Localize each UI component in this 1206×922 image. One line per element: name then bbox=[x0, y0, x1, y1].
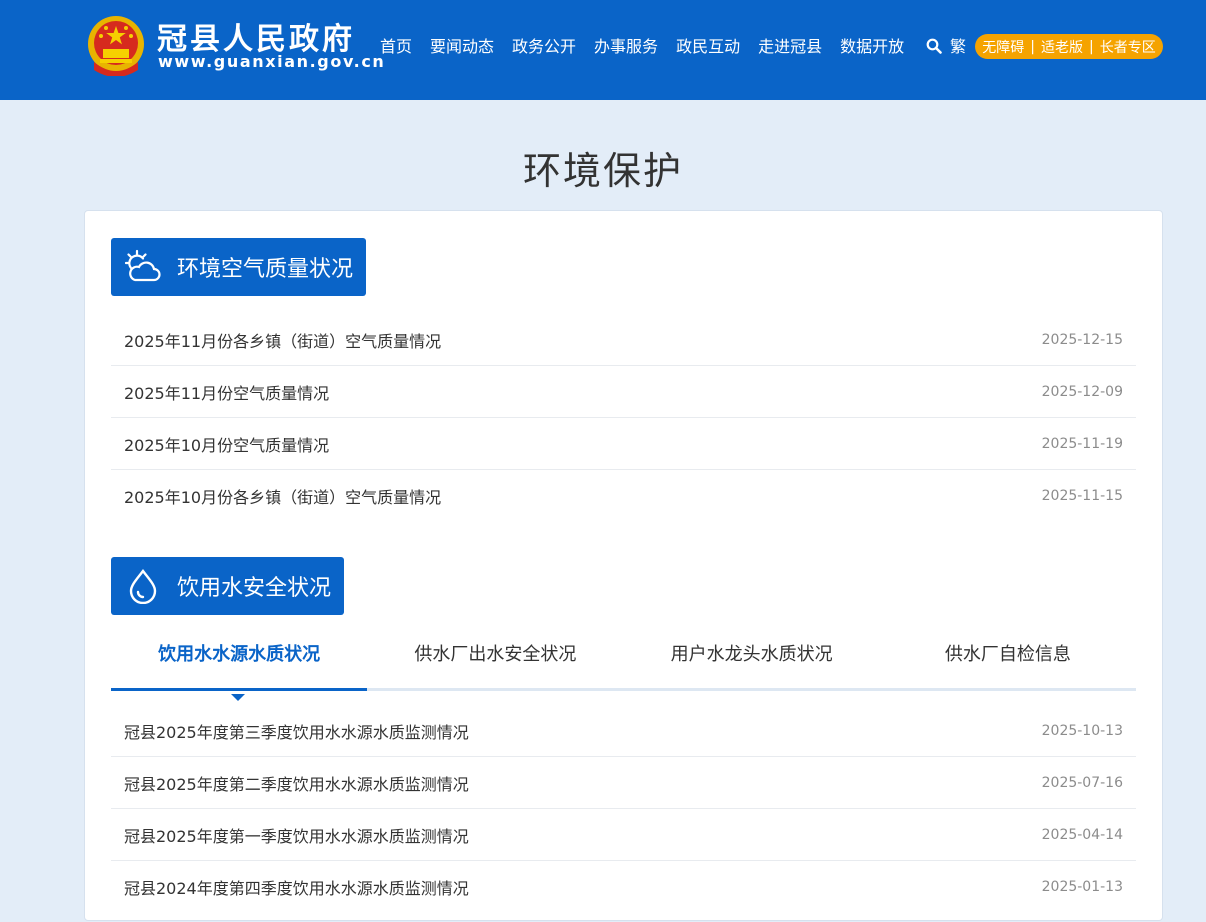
water-drop-icon bbox=[129, 569, 157, 604]
nav-item-interaction[interactable]: 政民互动 bbox=[676, 36, 740, 58]
separator: | bbox=[1089, 38, 1094, 55]
traditional-chinese-toggle[interactable]: 繁 bbox=[950, 36, 966, 58]
list-item[interactable]: 2025年10月份空气质量情况 2025-11-19 bbox=[111, 418, 1136, 470]
list-item-title[interactable]: 2025年11月份空气质量情况 bbox=[124, 380, 329, 404]
list-item-title[interactable]: 2025年10月份空气质量情况 bbox=[124, 432, 329, 456]
tab-source-water-quality[interactable]: 饮用水水源水质状况 bbox=[111, 617, 368, 691]
cloud-sun-icon bbox=[125, 249, 161, 282]
list-item[interactable]: 2025年11月份各乡镇（街道）空气质量情况 2025-12-15 bbox=[111, 314, 1136, 366]
water-safety-section-header[interactable]: 饮用水安全状况 bbox=[111, 557, 344, 615]
accessibility-bar: 无障碍 | 适老版 | 长者专区 bbox=[975, 34, 1163, 59]
nav-item-government-affairs[interactable]: 政务公开 bbox=[512, 36, 576, 58]
national-emblem-icon[interactable] bbox=[86, 14, 146, 76]
list-item-title[interactable]: 冠县2024年度第四季度饮用水水源水质监测情况 bbox=[124, 875, 469, 899]
active-tab-indicator bbox=[231, 694, 245, 701]
list-item-date: 2025-11-15 bbox=[1041, 488, 1123, 504]
water-safety-section-title: 饮用水安全状况 bbox=[177, 576, 332, 601]
nav-item-open-data[interactable]: 数据开放 bbox=[840, 36, 904, 58]
water-tabs: 饮用水水源水质状况 供水厂出水安全状况 用户水龙头水质状况 供水厂自检信息 bbox=[111, 617, 1136, 701]
tab-plant-self-inspection[interactable]: 供水厂自检信息 bbox=[880, 617, 1136, 688]
air-quality-section-header[interactable]: 环境空气质量状况 bbox=[111, 238, 366, 296]
tab-plant-outlet-safety[interactable]: 供水厂出水安全状况 bbox=[367, 617, 623, 688]
list-item[interactable]: 冠县2025年度第三季度饮用水水源水质监测情况 2025-10-13 bbox=[111, 705, 1136, 757]
senior-zone-link[interactable]: 长者专区 bbox=[1100, 37, 1156, 57]
tab-tap-water-quality[interactable]: 用户水龙头水质状况 bbox=[624, 617, 880, 688]
list-item-title[interactable]: 冠县2025年度第二季度饮用水水源水质监测情况 bbox=[124, 771, 469, 795]
main-nav: 首页 要闻动态 政务公开 办事服务 政民互动 走进冠县 数据开放 bbox=[380, 36, 922, 58]
list-item[interactable]: 2025年10月份各乡镇（街道）空气质量情况 2025-11-15 bbox=[111, 470, 1136, 522]
list-item-date: 2025-04-14 bbox=[1041, 826, 1123, 843]
site-header: 冠县人民政府 www.guanxian.gov.cn 首页 要闻动态 政务公开 … bbox=[0, 0, 1206, 100]
list-item-title[interactable]: 2025年11月份各乡镇（街道）空气质量情况 bbox=[124, 328, 441, 352]
list-item-title[interactable]: 冠县2025年度第一季度饮用水水源水质监测情况 bbox=[124, 823, 469, 847]
list-item-title[interactable]: 冠县2025年度第三季度饮用水水源水质监测情况 bbox=[124, 719, 469, 743]
accessibility-link[interactable]: 无障碍 bbox=[982, 37, 1024, 57]
nav-item-services[interactable]: 办事服务 bbox=[594, 36, 658, 58]
nav-item-about-county[interactable]: 走进冠县 bbox=[758, 36, 822, 58]
air-quality-section-title: 环境空气质量状况 bbox=[177, 257, 354, 282]
list-item-date: 2025-12-09 bbox=[1041, 383, 1123, 400]
nav-item-news[interactable]: 要闻动态 bbox=[430, 36, 494, 58]
list-item[interactable]: 冠县2024年度第四季度饮用水水源水质监测情况 2025-01-13 bbox=[111, 861, 1136, 913]
elderly-version-link[interactable]: 适老版 bbox=[1041, 37, 1083, 57]
list-item-date: 2025-11-19 bbox=[1041, 435, 1123, 452]
nav-item-home[interactable]: 首页 bbox=[380, 36, 412, 58]
page-title: 环境保护 bbox=[522, 149, 683, 193]
search-icon[interactable] bbox=[926, 38, 942, 54]
list-item-title[interactable]: 2025年10月份各乡镇（街道）空气质量情况 bbox=[124, 484, 441, 508]
list-item[interactable]: 2025年11月份空气质量情况 2025-12-09 bbox=[111, 366, 1136, 418]
water-quality-list: 冠县2025年度第三季度饮用水水源水质监测情况 2025-10-13 冠县202… bbox=[111, 705, 1136, 913]
site-url: www.guanxian.gov.cn bbox=[158, 52, 386, 71]
air-quality-list: 2025年11月份各乡镇（街道）空气质量情况 2025-12-15 2025年1… bbox=[111, 314, 1136, 522]
list-item-date: 2025-07-16 bbox=[1041, 774, 1123, 791]
list-item[interactable]: 冠县2025年度第二季度饮用水水源水质监测情况 2025-07-16 bbox=[111, 757, 1136, 809]
content-card: 环境空气质量状况 2025年11月份各乡镇（街道）空气质量情况 2025-12-… bbox=[84, 210, 1163, 921]
list-item-date: 2025-12-15 bbox=[1041, 331, 1123, 348]
list-item-date: 2025-01-13 bbox=[1041, 879, 1123, 895]
list-item-date: 2025-10-13 bbox=[1041, 722, 1123, 739]
separator: | bbox=[1030, 38, 1035, 55]
list-item[interactable]: 冠县2025年度第一季度饮用水水源水质监测情况 2025-04-14 bbox=[111, 809, 1136, 861]
